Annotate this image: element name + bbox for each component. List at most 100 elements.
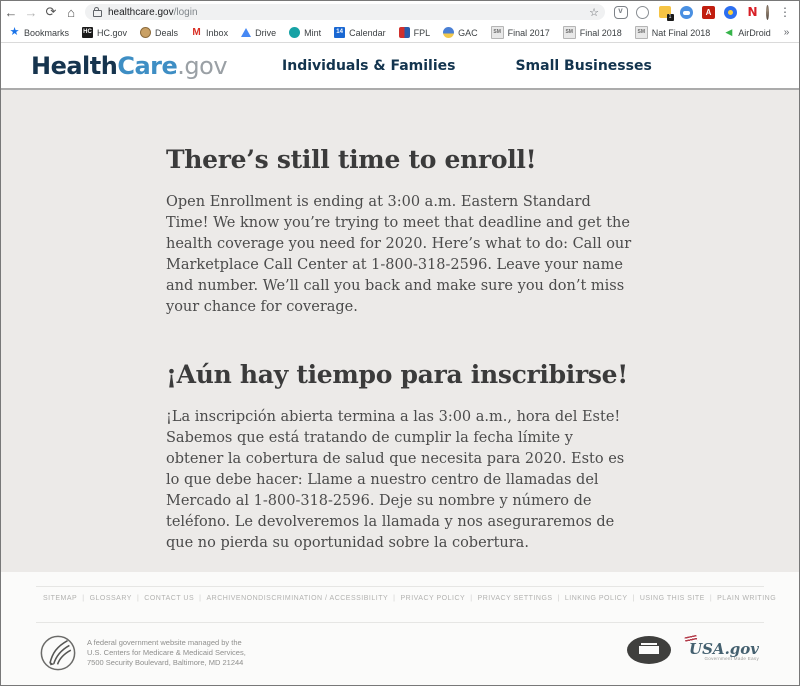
deals-icon — [140, 27, 151, 38]
healthcare-gov-logo[interactable]: HealthCare.gov — [31, 52, 227, 80]
logo-health: Health — [31, 52, 117, 80]
white-house-logo[interactable] — [627, 636, 671, 664]
mint-icon — [289, 27, 300, 38]
back-icon[interactable]: ← — [1, 3, 21, 21]
bookmark-label: Nat Final 2018 — [652, 28, 711, 38]
footer-link-nondiscrimination[interactable]: NONDISCRIMINATION / ACCESSIBILITY — [241, 595, 388, 602]
bookmark-final-2018[interactable]: SMFinal 2018 — [563, 26, 622, 39]
heading-spanish: ¡Aún hay tiempo para inscribirse! — [166, 360, 634, 389]
bookmark-gac[interactable]: GAC — [443, 27, 478, 38]
footer-link-contact-us[interactable]: CONTACT US — [132, 595, 194, 602]
footer-link-glossary[interactable]: GLOSSARY — [77, 595, 132, 602]
bookmark-label: HC.gov — [97, 28, 127, 38]
site-header: HealthCare.gov Individuals & Families Sm… — [1, 43, 799, 90]
bookmark-label: AirDroid — [738, 28, 771, 38]
lock-icon[interactable] — [93, 10, 102, 17]
footer-link-sitemap[interactable]: SITEMAP — [43, 595, 77, 602]
paragraph-english: Open Enrollment is ending at 3:00 a.m. E… — [166, 192, 634, 318]
pocket-extension-icon[interactable]: v — [613, 5, 628, 20]
bookmark-label: Bookmarks — [24, 28, 69, 38]
profile-avatar[interactable] — [766, 5, 769, 20]
keep-extension-icon[interactable]: 1 — [657, 5, 672, 20]
footer-link-privacy-policy[interactable]: PRIVACY POLICY — [388, 595, 465, 602]
usagov-logo[interactable]: USA.gov Government Made Easy — [689, 640, 759, 661]
keep-glyph: 1 — [659, 6, 671, 18]
nav-small-businesses[interactable]: Small Businesses — [515, 58, 651, 74]
netflix-extension-icon[interactable]: N — [745, 5, 760, 20]
url-host: healthcare.gov — [108, 7, 174, 18]
browser-window: ← → ⟳ ⌂ healthcare.gov/login ☆ v 1 A N ⋮… — [0, 0, 800, 686]
keep-badge: 1 — [667, 14, 674, 21]
airdroid-icon: ◀ — [723, 27, 734, 38]
footer-link-linking-policy[interactable]: LINKING POLICY — [553, 595, 628, 602]
footer-link-privacy-settings[interactable]: PRIVACY SETTINGS — [465, 595, 552, 602]
acrobat-glyph: A — [702, 6, 715, 19]
bookmark-drive[interactable]: Drive — [241, 28, 276, 38]
url-text[interactable]: healthcare.gov/login — [108, 7, 198, 18]
page-body: There’s still time to enroll! Open Enrol… — [1, 90, 799, 572]
circle-extension-icon[interactable] — [635, 5, 650, 20]
pocket-glyph: v — [614, 6, 628, 19]
bookmark-calendar[interactable]: 14 Calendar — [334, 27, 386, 38]
calendar-icon: 14 — [334, 27, 345, 38]
bookmark-label: Mint — [304, 28, 321, 38]
browser-toolbar: ← → ⟳ ⌂ healthcare.gov/login ☆ v 1 A N ⋮ — [1, 1, 799, 23]
footer-rule-top — [36, 586, 764, 587]
footer-link-using-this-site[interactable]: USING THIS SITE — [628, 595, 705, 602]
bookmark-airdroid[interactable]: ◀ AirDroid — [723, 27, 771, 38]
home-icon[interactable]: ⌂ — [61, 3, 81, 21]
address-bar[interactable]: healthcare.gov/login ☆ — [85, 4, 605, 20]
cloud-glyph — [680, 6, 693, 19]
logo-care: Care — [117, 52, 177, 80]
compass-extension-icon[interactable] — [723, 5, 738, 20]
bookmark-nat-final-2018[interactable]: SM Nat Final 2018 — [635, 26, 711, 39]
sm-icon: SM — [491, 26, 504, 39]
bookmark-hcgov[interactable]: HC HC.gov — [82, 27, 127, 38]
chrome-menu-icon[interactable]: ⋮ — [775, 3, 795, 21]
fpl-icon — [399, 27, 410, 38]
circle-glyph — [636, 6, 649, 19]
agency-text: A federal government website managed by … — [87, 638, 246, 668]
bookmark-fpl[interactable]: FPL — [399, 27, 431, 38]
bookmark-deals[interactable]: Deals — [140, 27, 178, 38]
logo-gov: .gov — [177, 52, 227, 80]
footer-link-archive[interactable]: ARCHIVE — [194, 595, 241, 602]
reload-icon[interactable]: ⟳ — [41, 3, 61, 21]
bookmark-label: FPL — [414, 28, 431, 38]
bookmark-label: Calendar — [349, 28, 386, 38]
bookmark-inbox[interactable]: MInbox — [191, 27, 228, 38]
bookmark-final-2017[interactable]: SM Final 2017 — [491, 26, 550, 39]
sm-icon: SM — [635, 26, 648, 39]
url-path: /login — [174, 7, 198, 18]
bookmark-label: Final 2017 — [508, 28, 550, 38]
drive-icon — [241, 28, 251, 37]
bookmarks-overflow-icon[interactable]: » — [784, 27, 790, 38]
bookmark-mint[interactable]: Mint — [289, 27, 321, 38]
footer-links-right: NONDISCRIMINATION / ACCESSIBILITY PRIVAC… — [241, 595, 776, 602]
bookmarks-bar: ★Bookmarks HC HC.gov Deals MInbox Drive M… — [1, 23, 799, 43]
footer-links-left: SITEMAP GLOSSARY CONTACT US ARCHIVE — [43, 595, 241, 602]
extension-row: v 1 A N — [613, 5, 760, 20]
hc-icon: HC — [82, 27, 93, 38]
cloud-extension-icon[interactable] — [679, 5, 694, 20]
nav-individuals-families[interactable]: Individuals & Families — [282, 58, 455, 74]
acrobat-extension-icon[interactable]: A — [701, 5, 716, 20]
forward-icon[interactable]: → — [21, 3, 41, 21]
agency-line-2: U.S. Centers for Medicare & Medicaid Ser… — [87, 648, 246, 658]
heading-english: There’s still time to enroll! — [166, 145, 634, 174]
bookmark-label: Drive — [255, 28, 276, 38]
bookmark-label: Deals — [155, 28, 178, 38]
gac-icon — [443, 27, 454, 38]
footer-logos: USA.gov Government Made Easy — [627, 636, 759, 664]
bookmark-label: Inbox — [206, 28, 228, 38]
sm-icon: SM — [563, 26, 576, 39]
footer-link-plain-writing[interactable]: PLAIN WRITING — [705, 595, 776, 602]
agency-block: A federal government website managed by … — [39, 634, 246, 672]
bookmark-star-icon[interactable]: ☆ — [589, 6, 599, 19]
enrollment-message: There’s still time to enroll! Open Enrol… — [166, 145, 634, 582]
bookmark-label: GAC — [458, 28, 478, 38]
agency-line-1: A federal government website managed by … — [87, 638, 246, 648]
footer-links: SITEMAP GLOSSARY CONTACT US ARCHIVE NOND… — [43, 595, 761, 602]
bookmark-bookmarks[interactable]: ★Bookmarks — [9, 27, 69, 38]
usagov-label: USA.gov — [689, 640, 759, 658]
